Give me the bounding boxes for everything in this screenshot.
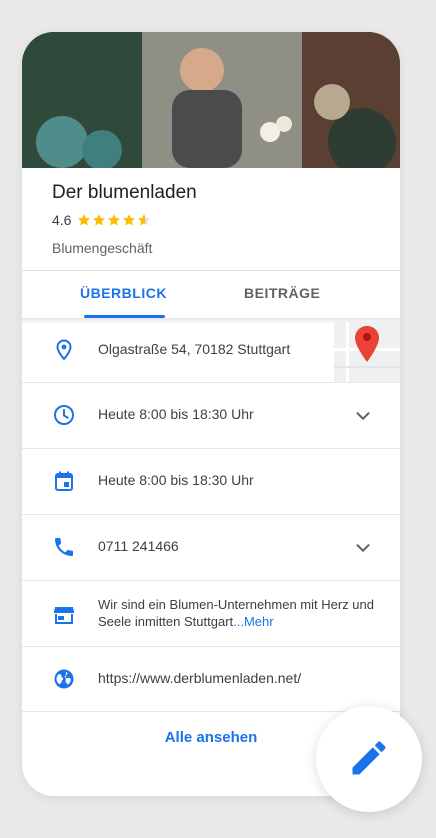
hero-photo[interactable] xyxy=(22,32,400,168)
special-hours-row[interactable]: Heute 8:00 bis 18:30 Uhr xyxy=(22,449,400,514)
phone-text: 0711 241466 xyxy=(98,538,179,554)
phone-row[interactable]: 0711 241466 xyxy=(22,515,400,580)
business-name: Der blumenladen xyxy=(52,182,197,203)
pencil-icon xyxy=(352,741,386,775)
calendar-icon xyxy=(55,471,73,491)
address-text: Olgastraße 54, 70182 Stuttgart xyxy=(98,341,291,357)
website-row[interactable]: https://www.derblumenladen.net/ xyxy=(22,647,400,712)
edit-fab-button[interactable] xyxy=(316,706,422,812)
phone-icon xyxy=(55,538,73,556)
rating-value: 4.6 xyxy=(52,212,72,228)
hours-text: Heute 8:00 bis 18:30 Uhr xyxy=(98,406,254,422)
business-category: Blumengeschäft xyxy=(52,240,153,256)
map-marker-icon xyxy=(355,326,379,362)
tab-posts[interactable]: BEITRÄGE xyxy=(244,285,320,301)
star-icon xyxy=(93,214,106,226)
tab-overview[interactable]: ÜBERBLICK xyxy=(80,285,167,301)
hours-row[interactable]: Heute 8:00 bis 18:30 Uhr xyxy=(22,383,400,448)
star-icon xyxy=(123,214,136,226)
half-star-icon xyxy=(138,214,151,226)
star-icon xyxy=(78,214,91,226)
more-link[interactable]: ...Mehr xyxy=(233,614,273,629)
chevron-down-icon[interactable] xyxy=(352,405,374,427)
website-link[interactable]: https://www.derblumenladen.net/ xyxy=(98,670,301,686)
rating-row: 4.6 xyxy=(52,212,151,228)
business-profile-card: Der blumenladen 4.6 Blumengeschäft ÜBERB… xyxy=(22,32,400,796)
map-thumbnail[interactable] xyxy=(334,322,400,382)
globe-icon xyxy=(54,669,74,689)
star-icon xyxy=(108,214,121,226)
rating-stars xyxy=(77,213,151,227)
location-pin-icon xyxy=(56,339,72,361)
clock-icon xyxy=(54,405,74,425)
special-hours-text: Heute 8:00 bis 18:30 Uhr xyxy=(98,472,254,488)
chevron-down-icon[interactable] xyxy=(352,537,374,559)
storefront-icon xyxy=(54,607,74,624)
tab-bar: ÜBERBLICK BEITRÄGE xyxy=(22,271,400,319)
description-text: Wir sind ein Blumen-Unternehmen mit Herz… xyxy=(98,596,378,630)
